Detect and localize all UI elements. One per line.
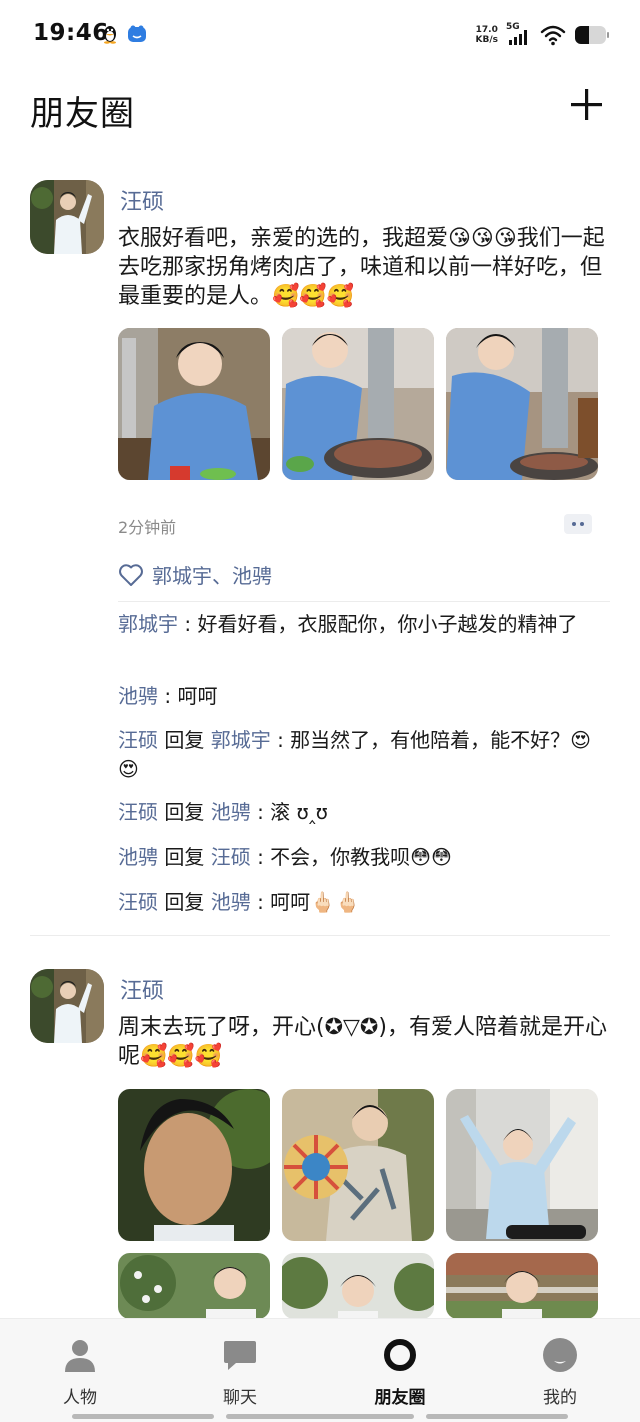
tab-label: 我的 — [543, 1388, 577, 1408]
post-photo[interactable] — [446, 1253, 598, 1319]
comment-author[interactable]: 汪硕 — [118, 728, 158, 752]
comment-author[interactable]: 汪硕 — [118, 890, 158, 914]
cloud-app-icon — [128, 25, 146, 42]
plus-icon — [571, 89, 602, 120]
comment-text: 呵呵 — [177, 684, 218, 708]
add-post-button[interactable] — [568, 86, 606, 124]
net-speed-value: 17.0 — [475, 25, 498, 35]
comment-text: 不会，你教我呗😳😳 — [270, 845, 452, 869]
post-photo[interactable] — [282, 328, 434, 480]
tab-label: 人物 — [63, 1388, 97, 1408]
reply-target[interactable]: 池骋 — [211, 800, 251, 824]
nav-indicator — [72, 1414, 214, 1419]
post-photo[interactable] — [446, 1089, 598, 1241]
tab-label: 聊天 — [223, 1388, 257, 1408]
moments-ring-icon — [384, 1339, 416, 1371]
wifi-icon — [540, 25, 566, 46]
reply-target[interactable]: 郭城宇 — [211, 728, 271, 752]
comment-item[interactable]: 池骋 回复 汪硕 : 不会，你教我呗😳😳 — [118, 843, 608, 872]
post-photo[interactable] — [282, 1253, 434, 1319]
reply-word: 回复 — [158, 890, 211, 914]
comment-item[interactable]: 池骋 : 呵呵 — [118, 682, 608, 711]
post-photo[interactable] — [118, 1089, 270, 1241]
bottom-tab-bar: 人物 聊天 朋友圈 我的 — [0, 1318, 640, 1422]
likes-divider — [118, 601, 610, 602]
comment-item[interactable]: 郭城宇 : 好看好看，衣服配你，你小子越发的精神了 — [118, 610, 608, 639]
comment-item[interactable]: 汪硕 回复 池骋 : 呵呵🖕🏻🖕🏻 — [118, 888, 608, 917]
battery-icon — [575, 26, 609, 44]
comment-separator: : — [250, 890, 271, 914]
comment-author[interactable]: 池骋 — [118, 684, 158, 708]
reply-word: 回复 — [158, 845, 211, 869]
chat-bubble-icon — [224, 1341, 256, 1370]
comment-author[interactable]: 汪硕 — [118, 800, 158, 824]
profile-face-icon — [543, 1338, 577, 1372]
photo-garden-fence — [446, 1253, 598, 1319]
comment-separator: : — [158, 684, 178, 708]
post-divider — [30, 935, 610, 936]
post-photo[interactable] — [118, 328, 270, 480]
dot-icon — [572, 522, 576, 526]
dot-icon — [580, 522, 584, 526]
comment-item[interactable]: 汪硕 回复 郭城宇 : 那当然了，有他陪着，能不好？😍😍 — [118, 726, 608, 784]
signal-group: 5G — [506, 22, 532, 46]
photo-grilling-meat — [282, 328, 434, 480]
tab-people[interactable]: 人物 — [0, 1319, 160, 1422]
person-icon — [65, 1340, 95, 1372]
more-actions-button[interactable] — [564, 514, 592, 534]
tab-me[interactable]: 我的 — [480, 1319, 640, 1422]
avatar-image — [30, 969, 104, 1043]
comment-author[interactable]: 池骋 — [118, 845, 158, 869]
network-type-label: 5G — [506, 22, 520, 32]
comment-author[interactable]: 郭城宇 — [118, 612, 178, 636]
status-time: 19:46 — [33, 20, 109, 46]
status-bar: 19:46 17.0 KB/s 5G — [0, 0, 640, 70]
penguin-icon — [104, 26, 116, 44]
likes-names[interactable]: 郭城宇、池骋 — [152, 560, 272, 589]
status-right-group: 17.0 KB/s 5G — [476, 20, 610, 50]
net-speed: 17.0 KB/s — [476, 25, 498, 45]
tab-label: 朋友圈 — [374, 1388, 426, 1408]
photo-garden-flowers — [118, 1253, 270, 1319]
comment-item[interactable]: 汪硕 回复 池骋 : 滚 ʊ‸ʊ — [118, 798, 608, 827]
tab-moments[interactable]: 朋友圈 — [320, 1319, 480, 1422]
nav-indicator — [426, 1414, 568, 1419]
comment-separator: : — [250, 845, 271, 869]
net-speed-unit: KB/s — [475, 35, 498, 45]
heart-outline-icon — [119, 563, 143, 586]
post-author[interactable]: 汪硕 — [120, 184, 164, 216]
post-photo[interactable] — [446, 328, 598, 480]
nav-indicator — [226, 1414, 414, 1419]
tab-chat[interactable]: 聊天 — [160, 1319, 320, 1422]
page-title: 朋友圈 — [30, 94, 135, 134]
likes-row: 郭城宇、池骋 — [118, 560, 272, 589]
photo-trees — [282, 1253, 434, 1319]
avatar-image — [30, 180, 104, 254]
post-text: 衣服好看吧，亲爱的选的，我超爱😘😘😘我们一起去吃那家拐角烤肉店了，味道和以前一样… — [118, 226, 605, 309]
comment-text: 呵呵🖕🏻🖕🏻 — [270, 890, 360, 914]
post-text: 周末去玩了呀，开心(✪▽✪)，有爱人陪着就是开心呢🥰🥰🥰 — [118, 1015, 607, 1069]
avatar[interactable] — [30, 969, 104, 1043]
comment-separator: : — [250, 800, 271, 824]
photo-face-closeup — [118, 1089, 270, 1241]
reply-target[interactable]: 池骋 — [211, 890, 251, 914]
photo-arms-raised — [446, 1089, 598, 1241]
comment-separator: : — [178, 612, 198, 636]
comment-separator: : — [270, 728, 291, 752]
reply-target[interactable]: 汪硕 — [211, 845, 251, 869]
avatar[interactable] — [30, 180, 104, 254]
post-author[interactable]: 汪硕 — [120, 973, 164, 1005]
comment-text: 滚 ʊ‸ʊ — [270, 800, 329, 824]
photo-pinwheel — [282, 1089, 434, 1241]
reply-word: 回复 — [158, 800, 211, 824]
reply-word: 回复 — [158, 728, 211, 752]
comment-text: 好看好看，衣服配你，你小子越发的精神了 — [197, 612, 578, 636]
photo-bbq-table — [446, 328, 598, 480]
post-photo[interactable] — [282, 1089, 434, 1241]
photo-blue-shirt-portrait — [118, 328, 270, 480]
post-time: 2分钟前 — [118, 518, 177, 537]
post-photo[interactable] — [118, 1253, 270, 1319]
